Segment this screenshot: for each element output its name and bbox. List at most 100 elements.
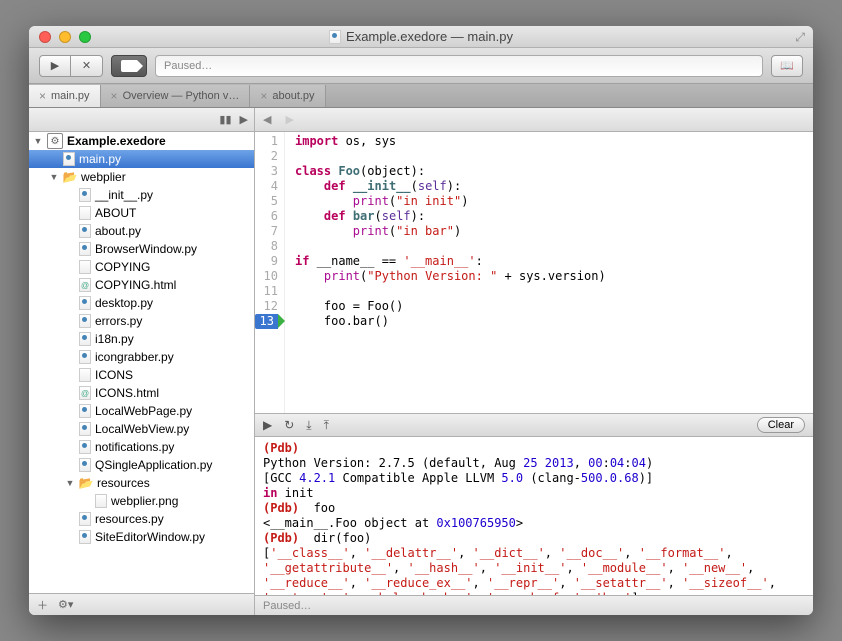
tab[interactable]: ×Overview — Python v…: [101, 85, 251, 107]
tree-item-label: LocalWebPage.py: [95, 404, 192, 418]
tree-item-label: resources.py: [95, 512, 164, 526]
code-line[interactable]: print("Python Version: " + sys.version): [295, 269, 606, 284]
tree-item[interactable]: ICONS.html: [29, 384, 254, 402]
code-editor[interactable]: 12345678910111213 import os, sysclass Fo…: [255, 132, 813, 413]
tree-item[interactable]: main.py: [29, 150, 254, 168]
tree-item[interactable]: __init__.py: [29, 186, 254, 204]
code-line[interactable]: def bar(self):: [295, 209, 606, 224]
tree-item[interactable]: desktop.py: [29, 294, 254, 312]
tree-item[interactable]: icongrabber.py: [29, 348, 254, 366]
tree-item[interactable]: SiteEditorWindow.py: [29, 528, 254, 546]
code-line[interactable]: [295, 284, 606, 299]
console-line: Python Version: 2.7.5 (default, Aug 25 2…: [263, 456, 805, 471]
fullscreen-button[interactable]: ⤢: [795, 30, 805, 45]
breakpoint-toggle-button[interactable]: [111, 55, 147, 77]
documentation-button[interactable]: 📖: [771, 55, 803, 77]
tree-item-label: i18n.py: [95, 332, 134, 346]
tree-item-label: BrowserWindow.py: [95, 242, 197, 256]
line-number[interactable]: 7: [255, 224, 278, 239]
code-content[interactable]: import os, sys class Foo(object): def __i…: [285, 132, 606, 413]
tree-item[interactable]: BrowserWindow.py: [29, 240, 254, 258]
code-line[interactable]: foo.bar(): [295, 314, 606, 329]
tree-item[interactable]: notifications.py: [29, 438, 254, 456]
tree-item[interactable]: LocalWebPage.py: [29, 402, 254, 420]
line-number[interactable]: 9: [255, 254, 278, 269]
add-button[interactable]: ＋: [37, 597, 48, 613]
tab-bar: ×main.py×Overview — Python v…×about.py: [29, 84, 813, 108]
tree-item-label: __init__.py: [95, 188, 153, 202]
code-line[interactable]: import os, sys: [295, 134, 606, 149]
stop-button[interactable]: ✕: [71, 55, 103, 77]
code-line[interactable]: print("in bar"): [295, 224, 606, 239]
code-line[interactable]: [295, 239, 606, 254]
debug-toolbar: ▶ ↻ ⤓ ⤒ Clear: [255, 413, 813, 437]
line-number[interactable]: 6: [255, 209, 278, 224]
tree-item[interactable]: errors.py: [29, 312, 254, 330]
tree-item[interactable]: LocalWebView.py: [29, 420, 254, 438]
nav-forward-button[interactable]: ▶: [285, 113, 293, 126]
py-icon: [79, 332, 91, 346]
file-icon: [329, 30, 341, 44]
code-line[interactable]: print("in init"): [295, 194, 606, 209]
file-tree[interactable]: ▼ Example.exedore main.py▼webplier __init…: [29, 132, 254, 593]
project-root[interactable]: ▼ Example.exedore: [29, 132, 254, 150]
close-tab-icon[interactable]: ×: [260, 89, 267, 103]
step-into-button[interactable]: ⤓: [306, 418, 311, 433]
line-number[interactable]: 12: [255, 299, 278, 314]
step-out-button[interactable]: ⤒: [324, 418, 329, 433]
debug-console[interactable]: (Pdb)Python Version: 2.7.5 (default, Aug…: [255, 437, 813, 595]
step-over-button[interactable]: ↻: [284, 418, 294, 432]
run-button[interactable]: ▶: [39, 55, 71, 77]
close-tab-icon[interactable]: ×: [111, 89, 118, 103]
tree-item[interactable]: resources.py: [29, 510, 254, 528]
clear-button[interactable]: Clear: [757, 417, 805, 433]
line-number[interactable]: 8: [255, 239, 278, 254]
tree-item[interactable]: COPYING.html: [29, 276, 254, 294]
line-number[interactable]: 4: [255, 179, 278, 194]
tab[interactable]: ×main.py: [29, 85, 101, 107]
tree-item[interactable]: ICONS: [29, 366, 254, 384]
line-number[interactable]: 3: [255, 164, 278, 179]
py-icon: [79, 530, 91, 544]
code-line[interactable]: def __init__(self):: [295, 179, 606, 194]
tree-item[interactable]: COPYING: [29, 258, 254, 276]
line-number[interactable]: 13: [255, 314, 278, 329]
tree-item[interactable]: webplier.png: [29, 492, 254, 510]
code-line[interactable]: foo = Foo(): [295, 299, 606, 314]
tree-item-label: ICONS.html: [95, 386, 159, 400]
py-icon: [79, 314, 91, 328]
tree-item[interactable]: ABOUT: [29, 204, 254, 222]
tab[interactable]: ×about.py: [250, 85, 325, 107]
line-number[interactable]: 11: [255, 284, 278, 299]
close-tab-icon[interactable]: ×: [39, 89, 46, 103]
png-icon: [95, 494, 107, 508]
titlebar: Example.exedore — main.py ⤢: [29, 26, 813, 48]
line-gutter[interactable]: 12345678910111213: [255, 132, 285, 413]
code-line[interactable]: class Foo(object):: [295, 164, 606, 179]
close-window-button[interactable]: [39, 31, 51, 43]
code-line[interactable]: [295, 149, 606, 164]
line-number[interactable]: 5: [255, 194, 278, 209]
continue-button[interactable]: ▶: [263, 418, 272, 432]
tree-item[interactable]: i18n.py: [29, 330, 254, 348]
line-number[interactable]: 1: [255, 134, 278, 149]
code-line[interactable]: if __name__ == '__main__':: [295, 254, 606, 269]
tag-icon[interactable]: ▶: [240, 113, 248, 126]
nav-back-button[interactable]: ◀: [263, 113, 271, 126]
tree-item[interactable]: about.py: [29, 222, 254, 240]
py-icon: [79, 422, 91, 436]
folder-icon[interactable]: ▮▮: [219, 113, 231, 126]
tree-item[interactable]: ▼resources: [29, 474, 254, 492]
tree-item[interactable]: ▼webplier: [29, 168, 254, 186]
line-number[interactable]: 10: [255, 269, 278, 284]
minimize-window-button[interactable]: [59, 31, 71, 43]
tree-item-label: ABOUT: [95, 206, 136, 220]
project-name: Example.exedore: [67, 134, 166, 148]
file-icon: [79, 260, 91, 274]
gear-icon[interactable]: ⚙▾: [58, 598, 73, 611]
zoom-window-button[interactable]: [79, 31, 91, 43]
line-number[interactable]: 2: [255, 149, 278, 164]
tree-item[interactable]: QSingleApplication.py: [29, 456, 254, 474]
tree-item-label: desktop.py: [95, 296, 153, 310]
file-icon: [79, 368, 91, 382]
